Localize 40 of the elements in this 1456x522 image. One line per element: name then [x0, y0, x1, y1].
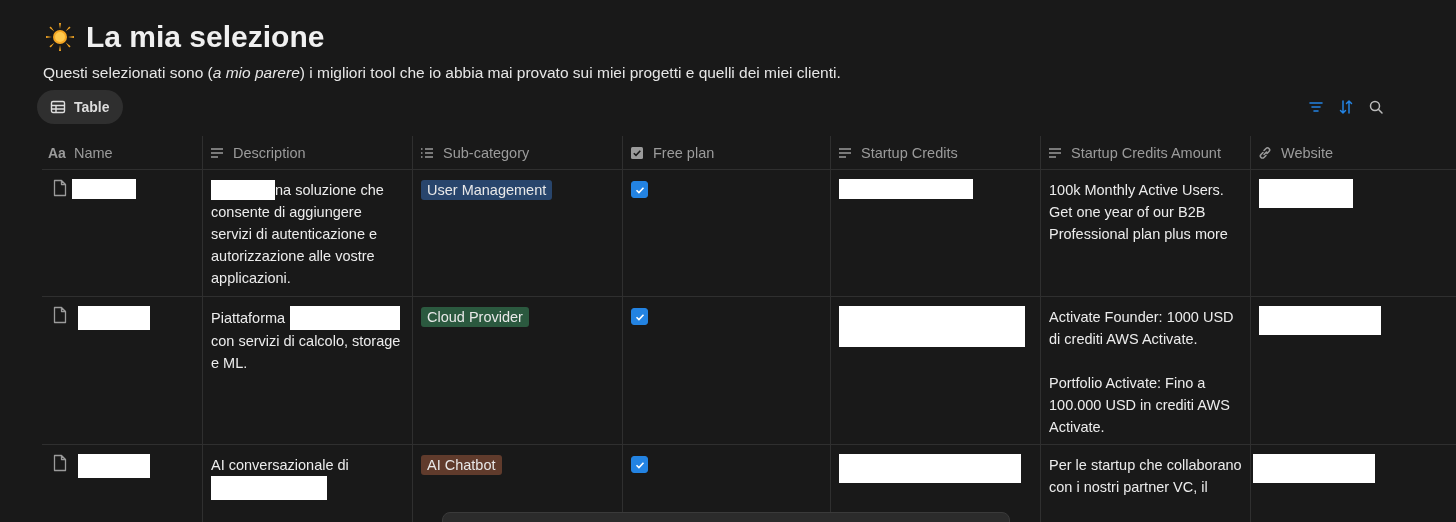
page-title: La mia selezione	[86, 20, 325, 54]
link-icon	[1257, 144, 1273, 161]
redaction-block	[211, 180, 275, 200]
credits-text: Activate Founder: 1000 USD di crediti AWS Activate.	[1049, 308, 1235, 349]
column-header[interactable]: Name	[73, 144, 113, 161]
column-header[interactable]: Free plan	[653, 144, 715, 161]
redaction-block	[72, 179, 136, 199]
table-icon	[50, 99, 66, 115]
search-icon[interactable]	[1368, 99, 1384, 115]
column-header[interactable]: Startup Credits Amount	[1071, 144, 1221, 161]
description-text: AI conversazionale di	[211, 456, 349, 475]
description-text: Piattaforma	[211, 309, 286, 328]
redaction-block	[78, 454, 150, 478]
description-text: na soluzione che	[275, 181, 384, 200]
intro-text: Questi selezionati sono (a mio parere) i migliori tool che io abbia mai provato sui miei progetti e quelli dei miei clienti.	[43, 64, 842, 82]
category-tag: AI Chatbot	[421, 455, 502, 475]
page-icon	[52, 454, 68, 472]
title-property-icon: Aa	[48, 144, 66, 161]
credits-text: Portfolio Activate: Fino a 100.000 USD in crediti AWS Activate.	[1049, 374, 1231, 437]
credits-text: 100k Monthly Active Users. Get one year of our B2B Professional plan plus more	[1049, 181, 1229, 244]
redaction-block	[78, 306, 150, 330]
column-header[interactable]: Sub-category	[443, 144, 530, 161]
checkbox[interactable]	[631, 308, 648, 325]
checkbox[interactable]	[631, 456, 648, 473]
description-text: con servizi di calcolo, storage e ML.	[211, 332, 402, 373]
column-header[interactable]: Description	[233, 144, 306, 161]
column-header[interactable]: Website	[1281, 144, 1334, 161]
credits-text: Per le startup che collaborano con i nostri partner VC, il	[1049, 456, 1242, 497]
category-tag: Cloud Provider	[421, 307, 529, 327]
description-text: consente di aggiungere servizi di autenticazione e autorizzazione alle vostre applicazioni.	[211, 203, 379, 288]
checkbox-property-icon	[629, 144, 645, 161]
sort-icon[interactable]	[1338, 99, 1354, 115]
table-view-tab[interactable]: Table	[37, 90, 123, 124]
column-header[interactable]: Startup Credits	[861, 144, 958, 161]
filter-icon[interactable]	[1308, 99, 1324, 115]
checkbox[interactable]	[631, 181, 648, 198]
sun-icon	[44, 21, 76, 53]
page-icon	[52, 179, 68, 197]
page-icon	[52, 306, 68, 324]
category-tag: User Management	[421, 180, 553, 200]
